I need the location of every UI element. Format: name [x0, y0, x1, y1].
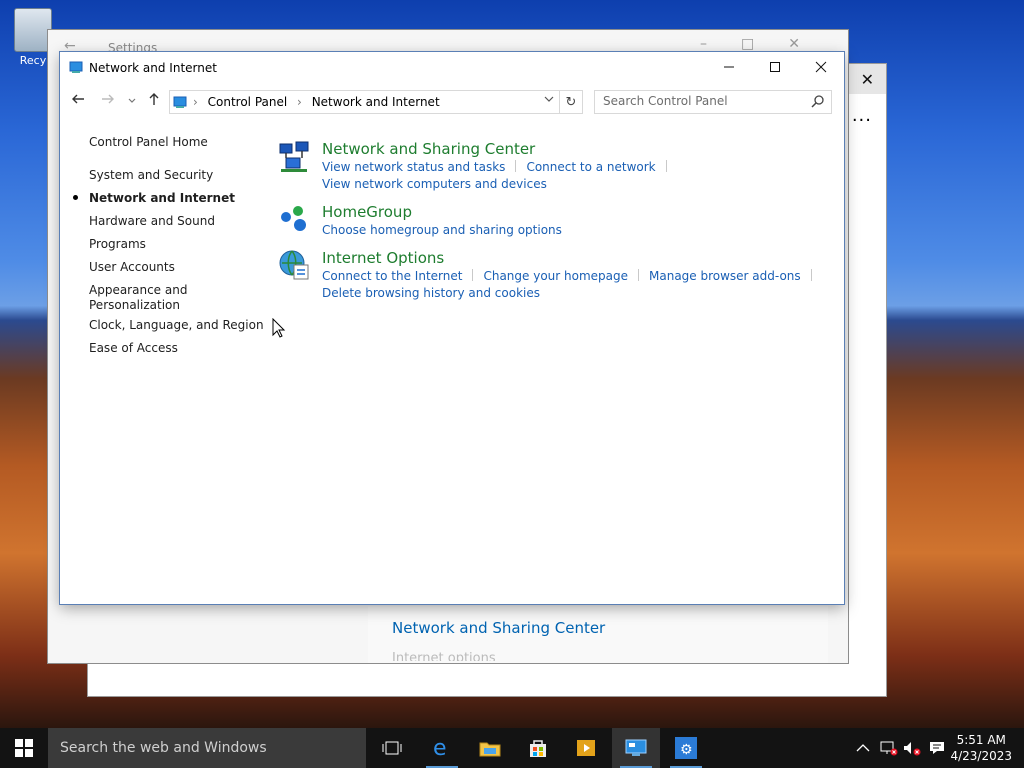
address-bar-row: › Control Panel › Network and Internet ↻ — [60, 86, 844, 118]
close-button[interactable] — [798, 52, 844, 82]
link-connect-to-network[interactable]: Connect to a network — [526, 160, 655, 174]
settings-button[interactable]: ⚙ — [662, 728, 710, 768]
left-nav-appearance[interactable]: Appearance and — [89, 283, 187, 297]
task-view-button[interactable] — [368, 728, 416, 768]
control-panel-icon — [173, 96, 187, 108]
windows-logo-icon — [15, 739, 33, 757]
left-nav-network-internet[interactable]: Network and Internet — [73, 191, 235, 205]
file-explorer-button[interactable] — [466, 728, 514, 768]
left-nav-hardware-sound[interactable]: Hardware and Sound — [89, 214, 215, 228]
window-title: Network and Internet — [89, 61, 217, 75]
forward-arrow-icon[interactable] — [101, 92, 115, 110]
recent-locations-icon[interactable] — [127, 94, 137, 110]
speaker-muted-icon — [904, 742, 921, 756]
recycle-bin-icon — [14, 8, 52, 52]
breadcrumb-control-panel[interactable]: Control Panel — [208, 95, 288, 109]
link-delete-browsing-history[interactable]: Delete browsing history and cookies — [322, 286, 540, 300]
svg-text:⚙: ⚙ — [680, 742, 693, 758]
window-controls[interactable]: –□✕ — [700, 36, 834, 52]
link-connect-to-internet[interactable]: Connect to the Internet — [322, 269, 462, 283]
cut-off-text: Internet options — [392, 651, 496, 661]
clock-time: 5:51 AM — [956, 733, 1006, 747]
homegroup-title[interactable]: HomeGroup — [322, 203, 412, 221]
control-panel-icon — [69, 61, 83, 73]
taskbar-search-box[interactable]: Search the web and Windows — [48, 728, 366, 768]
left-nav-clock-language-region[interactable]: Clock, Language, and Region — [89, 318, 264, 332]
refresh-icon[interactable]: ↻ — [559, 91, 582, 113]
minimize-button[interactable] — [706, 52, 752, 82]
task-view-icon — [382, 741, 402, 755]
search-icon — [811, 95, 824, 108]
left-nav-user-accounts[interactable]: User Accounts — [89, 260, 175, 274]
breadcrumb-network-internet[interactable]: Network and Internet — [312, 95, 440, 109]
link-homegroup-sharing-options[interactable]: Choose homegroup and sharing options — [322, 223, 562, 237]
network-sharing-center-link[interactable]: Network and Sharing Center — [392, 619, 605, 637]
maximize-icon — [770, 62, 780, 72]
media-player-button[interactable] — [562, 728, 610, 768]
breadcrumb: › Control Panel › Network and Internet — [193, 95, 440, 109]
link-view-network-status[interactable]: View network status and tasks — [322, 160, 505, 174]
link-change-homepage[interactable]: Change your homepage — [483, 269, 628, 283]
selected-bullet — [73, 195, 78, 200]
left-nav-control-panel-home[interactable]: Control Panel Home — [89, 135, 208, 149]
settings-icon: ⚙ — [675, 737, 697, 759]
volume-control[interactable] — [903, 728, 921, 768]
network-sharing-center-icon — [279, 141, 309, 172]
left-nav-label: Network and Internet — [89, 191, 235, 205]
network-disconnected-icon — [880, 741, 898, 756]
clock[interactable]: 5:51 AM 4/23/2023 — [950, 732, 1012, 764]
taskbar: Search the web and Windows e ⚙ 5:51 AM 4… — [0, 728, 1024, 768]
action-center[interactable] — [929, 728, 945, 768]
control-panel-icon — [625, 739, 647, 756]
chevron-up-icon — [856, 744, 870, 752]
store-icon — [530, 740, 546, 757]
maximize-button[interactable] — [752, 52, 798, 82]
network-status[interactable] — [880, 728, 898, 768]
link-view-network-computers[interactable]: View network computers and devices — [322, 177, 547, 191]
mouse-cursor-icon — [272, 318, 286, 338]
up-arrow-icon[interactable] — [147, 92, 161, 110]
clock-date: 4/23/2023 — [950, 749, 1012, 763]
close-icon[interactable]: ✕ — [861, 70, 874, 89]
left-nav-personalization[interactable]: Personalization — [89, 298, 180, 312]
notification-icon — [930, 742, 944, 754]
close-icon — [815, 61, 827, 73]
control-panel-taskbar-button[interactable] — [612, 728, 660, 768]
left-nav-ease-of-access[interactable]: Ease of Access — [89, 341, 178, 355]
store-button[interactable] — [514, 728, 562, 768]
start-button[interactable] — [0, 728, 48, 768]
file-explorer-icon — [479, 742, 501, 757]
show-hidden-icons[interactable] — [856, 728, 870, 768]
link-manage-addons[interactable]: Manage browser add-ons — [649, 269, 801, 283]
edge-button[interactable]: e — [418, 728, 466, 768]
search-box[interactable] — [594, 90, 832, 114]
edge-icon: e — [433, 737, 447, 759]
homegroup-icon — [281, 206, 306, 231]
address-box[interactable]: › Control Panel › Network and Internet ↻ — [169, 90, 583, 114]
search-input[interactable] — [595, 91, 811, 111]
title-bar: Network and Internet — [60, 52, 844, 84]
left-nav-system-security[interactable]: System and Security — [89, 168, 213, 182]
media-player-icon — [577, 740, 595, 756]
back-arrow-icon[interactable] — [71, 92, 85, 110]
control-panel-window: Network and Internet › Control Panel › N… — [60, 52, 844, 604]
svg-text:e: e — [433, 737, 447, 759]
network-sharing-center-title[interactable]: Network and Sharing Center — [322, 140, 535, 158]
internet-options-title[interactable]: Internet Options — [322, 249, 444, 267]
internet-options-icon — [279, 250, 309, 280]
minimize-icon — [724, 66, 734, 68]
chevron-down-icon[interactable] — [544, 94, 554, 107]
left-nav-programs[interactable]: Programs — [89, 237, 146, 251]
more-options-icon[interactable]: ··· — [852, 110, 872, 131]
